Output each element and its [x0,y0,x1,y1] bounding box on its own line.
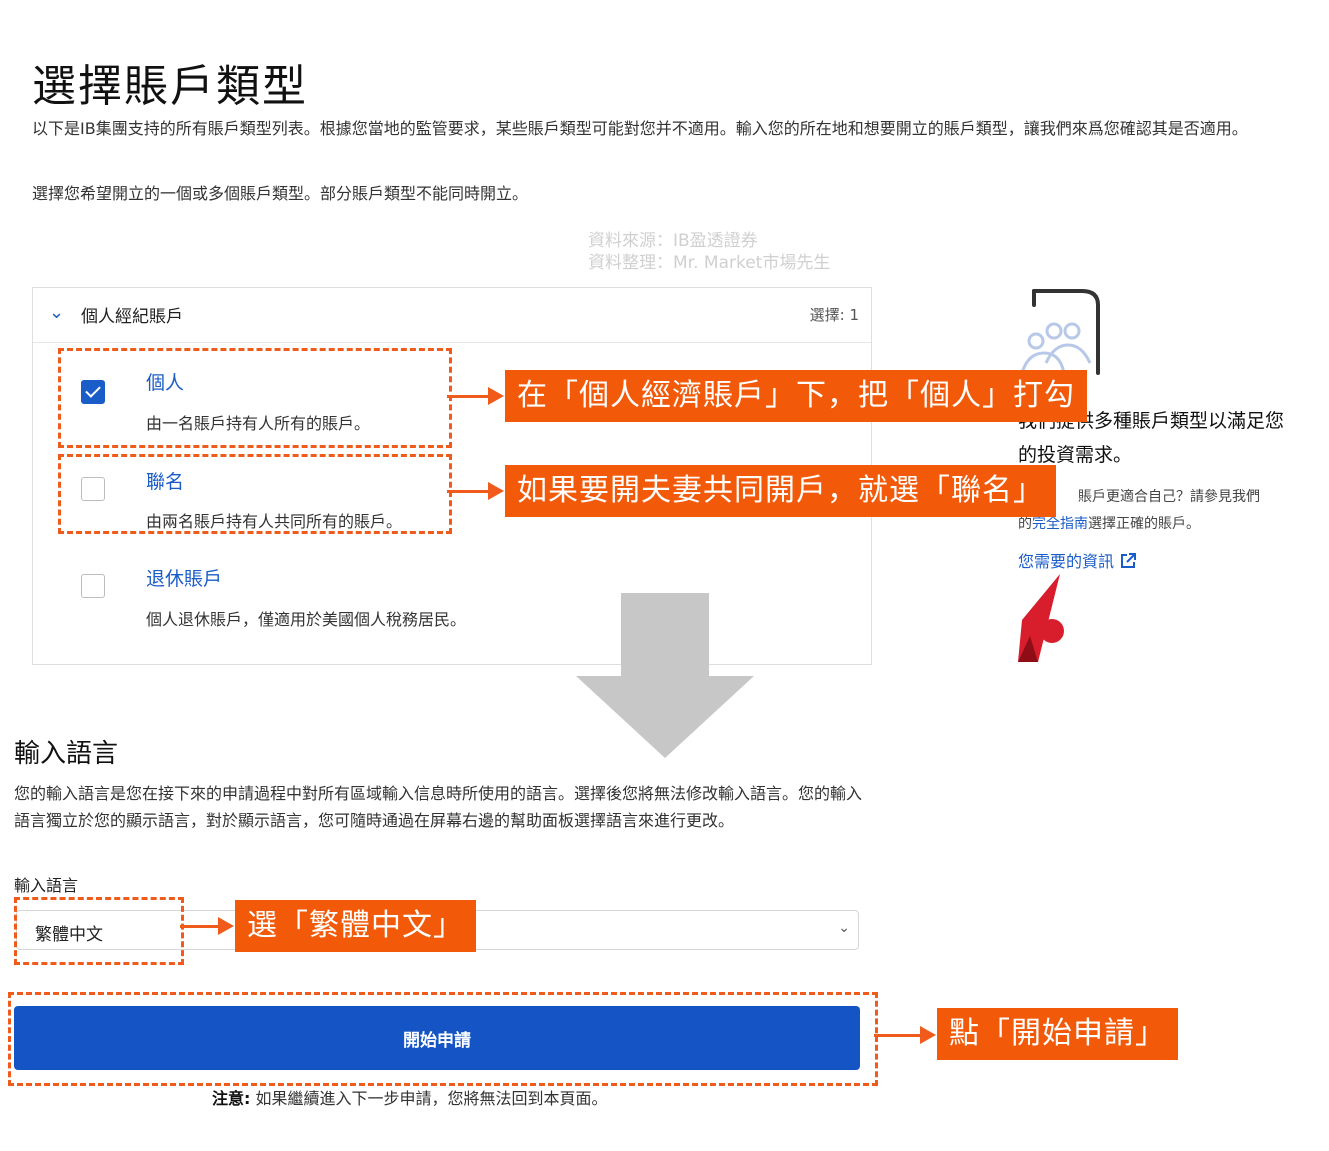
arrow-line [447,395,491,398]
arrow-right-icon [218,917,234,935]
callout-language: 選「繁體中文」 [235,900,476,952]
intro-text-2: 選擇您希望開立的一個或多個賬戶類型。部分賬戶類型不能同時開立。 [32,184,529,203]
info-link[interactable]: 您需要的資訊 [1018,548,1137,574]
notice-label: 注意: [212,1089,251,1108]
highlight-language [14,897,184,965]
notice-text: 注意: 如果繼續進入下一步申請，您將無法回到本頁面。 [212,1085,608,1109]
account-group-header[interactable]: ⌄ 個人經紀賬戶 選擇: 1 [33,288,871,343]
option-retirement-title[interactable]: 退休賬戶 [146,564,222,591]
watermark-author: 資料整理：Mr. Market市場先生 [588,253,831,273]
chevron-down-icon[interactable]: ⌄ [49,302,64,323]
arrow-line [447,490,491,493]
page-title: 選擇賬戶類型 [32,61,308,112]
arrow-right-icon [920,1026,936,1044]
external-link-icon [1119,552,1137,574]
selected-count: 選擇: 1 [809,306,859,324]
callout-individual: 在「個人經濟賬戶」下，把「個人」打勾 [505,370,1087,422]
account-types-icon [1020,287,1104,383]
chevron-down-icon: ⌄ [838,920,850,936]
sidebar-small-suffix: 選擇正確的賬戶。 [1088,516,1200,532]
sidebar-small-prefix: 的 [1018,516,1032,532]
language-heading: 輸入語言 [14,739,119,769]
sidebar-small-line1: 賬戶更適合自己？請參見我們 [1078,489,1260,505]
arrow-line [874,1034,922,1037]
account-group-label: 個人經紀賬戶 [81,307,183,327]
language-description: 您的輸入語言是您在接下來的申請過程中對所有區域輸入信息時所使用的語言。選擇後您將… [14,784,863,830]
down-arrow-head [576,676,754,758]
arrow-right-icon [488,482,504,500]
notice-body: 如果繼續進入下一步申請，您將無法回到本頁面。 [250,1089,608,1108]
ib-logo-icon [1016,574,1068,668]
callout-joint: 如果要開夫妻共同開戶，就選「聯名」 [505,465,1056,517]
info-link-label: 您需要的資訊 [1018,552,1115,571]
callout-start: 點「開始申請」 [937,1008,1178,1060]
highlight-individual [58,348,452,448]
arrow-line [180,925,220,928]
intro-text: 以下是IB集團支持的所有賬戶類型列表。根據您當地的監管要求，某些賬戶類型可能對您… [32,119,1248,138]
checkbox-retirement[interactable] [81,574,105,598]
complete-guide-link[interactable]: 完全指南 [1032,516,1088,532]
option-retirement-desc: 個人退休賬戶，僅適用於美國個人稅務居民。 [146,610,467,629]
arrow-right-icon [488,387,504,405]
down-arrow-icon [621,593,709,676]
highlight-start [8,992,878,1086]
language-field-label: 輸入語言 [14,876,79,895]
watermark-source: 資料來源：IB盈透證券 [588,231,758,251]
highlight-joint [58,454,452,534]
